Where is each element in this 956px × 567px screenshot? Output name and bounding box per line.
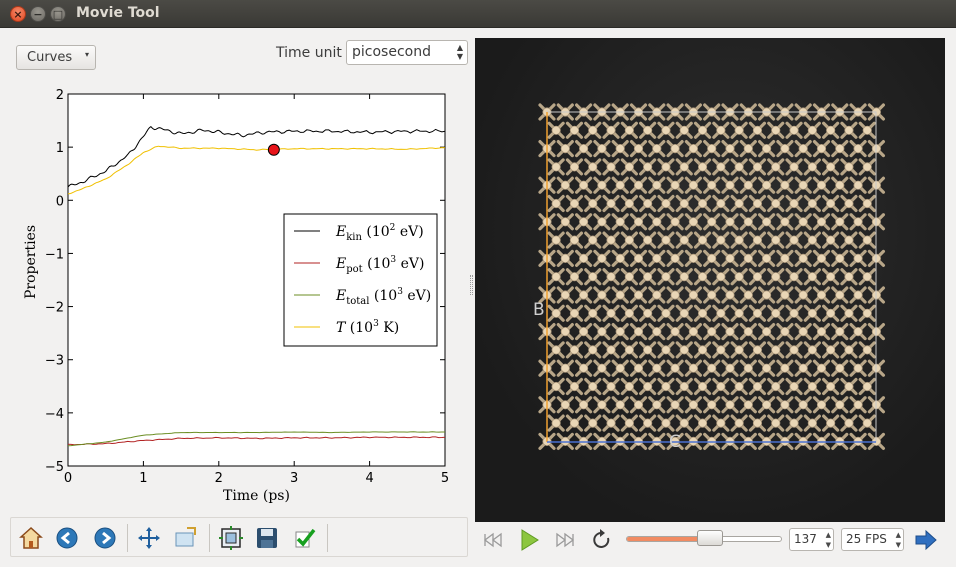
lattice-group	[538, 103, 885, 450]
y-tick-label: −4	[45, 407, 64, 422]
crystal-structure-canvas[interactable]	[475, 38, 945, 522]
window-maximize-button[interactable]: □	[50, 6, 66, 22]
toolbar-separator	[327, 524, 328, 552]
window-close-button[interactable]: ×	[10, 6, 26, 22]
select-arrows-icon: ▲ ▼	[456, 43, 463, 61]
x-tick-label: 4	[365, 471, 373, 486]
y-tick-label: 0	[56, 194, 64, 209]
toolbar-separator	[127, 524, 128, 552]
subplot-config-icon[interactable]	[219, 526, 243, 550]
frame-spinbox[interactable]: 137 ▲ ▼	[789, 528, 834, 551]
x-tick-label: 1	[139, 471, 147, 486]
window-title: Movie Tool	[76, 5, 160, 21]
next-arrow-icon[interactable]	[913, 528, 939, 552]
time-unit-select[interactable]: picosecond ▲ ▼	[346, 40, 468, 65]
toolbar-separator	[209, 524, 210, 552]
spin-arrows-icon[interactable]: ▲ ▼	[896, 530, 901, 550]
x-axis-label: Time (ps)	[223, 488, 290, 504]
y-tick-label: 1	[56, 141, 64, 156]
window-minimize-button[interactable]: −	[30, 6, 46, 22]
last-frame-icon[interactable]	[553, 528, 577, 552]
frame-slider-handle[interactable]	[697, 530, 723, 546]
x-tick-label: 2	[215, 471, 223, 486]
legend-entry: T (103 K)	[336, 319, 399, 336]
loop-icon[interactable]	[590, 528, 614, 552]
first-frame-icon[interactable]	[481, 528, 505, 552]
save-icon[interactable]	[255, 526, 279, 550]
dropdown-arrow-icon: ▾	[84, 50, 89, 59]
x-tick-label: 0	[64, 471, 72, 486]
splitter-handle[interactable]	[470, 275, 473, 295]
y-tick-label: −3	[45, 354, 64, 369]
y-tick-label: −2	[45, 301, 64, 316]
plot-toolbar	[10, 517, 468, 557]
fps-spinbox[interactable]: 25 FPS ▲ ▼	[841, 528, 904, 551]
y-tick-label: 2	[56, 88, 64, 103]
back-arrow-icon[interactable]	[55, 526, 79, 550]
atom-group	[542, 107, 881, 446]
y-tick-label: −1	[45, 247, 64, 262]
check-icon[interactable]	[293, 526, 317, 550]
forward-arrow-icon[interactable]	[93, 526, 117, 550]
home-icon[interactable]	[19, 526, 43, 550]
time-unit-value: picosecond	[352, 44, 431, 60]
plot-canvas[interactable]: 0 1 2 3 4 5210−1−2−3−4−5Time (ps)Properties Ek…	[0, 72, 474, 514]
title-bar: × − □ Movie Tool	[0, 0, 956, 28]
structure-viewer[interactable]: B C	[475, 38, 945, 522]
curves-dropdown-label: Curves	[27, 50, 73, 65]
curves-dropdown[interactable]: Curves ▾	[16, 45, 96, 70]
pan-icon[interactable]	[137, 526, 161, 550]
zoom-rect-icon[interactable]	[173, 526, 197, 550]
x-tick-label: 5	[441, 471, 449, 486]
play-icon[interactable]	[516, 528, 542, 552]
axis-c-label: C	[669, 432, 681, 452]
y-axis-label: Properties	[23, 225, 39, 299]
y-tick-label: −5	[45, 460, 64, 475]
x-tick-label: 3	[290, 471, 298, 486]
time-unit-label: Time unit	[276, 45, 342, 61]
spin-arrows-icon[interactable]: ▲ ▼	[826, 530, 831, 550]
time-marker	[267, 143, 280, 156]
fps-value: 25 FPS	[846, 532, 887, 546]
axis-b-label: B	[533, 300, 545, 320]
properties-plot[interactable]: 0 1 2 3 4 5 2 1 0 −1 −2 −3 −4 −5 Time (ps) Properties Ek…	[0, 72, 474, 514]
frame-value: 137	[794, 532, 817, 546]
